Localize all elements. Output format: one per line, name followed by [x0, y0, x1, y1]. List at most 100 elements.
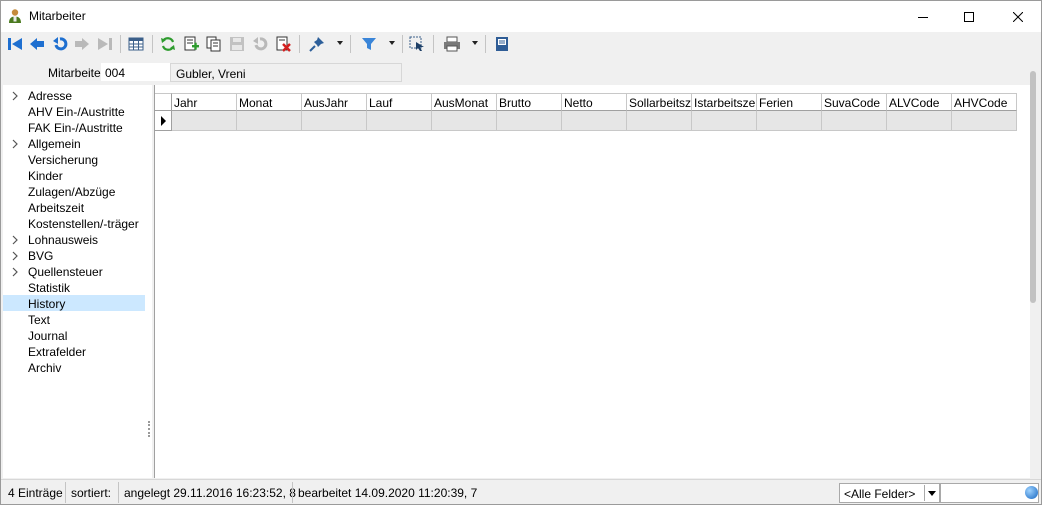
current-row-icon: [161, 116, 166, 126]
undo-changes-icon[interactable]: [250, 34, 270, 54]
splitter-handle[interactable]: [148, 421, 150, 437]
sidebar-item[interactable]: History: [3, 295, 145, 311]
delete-icon[interactable]: [273, 34, 293, 54]
toolbar-separator: [402, 35, 403, 53]
sidebar-item-label: Lohnausweis: [28, 233, 99, 247]
column-header[interactable]: Sollarbeitszeit: [627, 93, 692, 111]
sidebar-item[interactable]: Allgemein: [3, 135, 145, 151]
toolbar-separator: [433, 35, 434, 53]
grid-cell[interactable]: [172, 111, 237, 131]
sidebar-item[interactable]: Text: [3, 311, 145, 327]
sidebar-item-label: Arbeitszeit: [28, 201, 85, 215]
grid-cell[interactable]: [692, 111, 757, 131]
grid-cell[interactable]: [432, 111, 497, 131]
sidebar-item-label: Archiv: [28, 361, 62, 375]
sidebar-item[interactable]: Adresse: [3, 87, 145, 103]
sidebar-item[interactable]: AHV Ein-/Austritte: [3, 103, 145, 119]
sidebar-item[interactable]: Extrafelder: [3, 343, 145, 359]
sidebar-item[interactable]: Versicherung: [3, 151, 145, 167]
toolbar-separator: [299, 35, 300, 53]
grid-cell[interactable]: [367, 111, 432, 131]
section-tree: Adresse AHV Ein-/Austritte FAK Ein-/Austri…: [3, 85, 152, 478]
column-header[interactable]: AusJahr: [302, 93, 367, 111]
sidebar-item-label: FAK Ein-/Austritte: [28, 121, 123, 135]
grid-cell[interactable]: [952, 111, 1017, 131]
print-icon[interactable]: [442, 34, 462, 54]
column-header[interactable]: Ferien: [757, 93, 822, 111]
status-bar: 4 Einträge sortiert: angelegt 29.11.2016…: [1, 479, 1041, 504]
sidebar-item[interactable]: Zulagen/Abzüge: [3, 183, 145, 199]
sidebar-item[interactable]: Kostenstellen/-träger: [3, 215, 145, 231]
employee-code-field[interactable]: 004: [101, 63, 170, 81]
chevron-right-icon[interactable]: [12, 234, 18, 248]
save-icon[interactable]: [227, 34, 247, 54]
column-header[interactable]: Lauf: [367, 93, 432, 111]
grid-cell[interactable]: [822, 111, 887, 131]
filter-icon[interactable]: [359, 34, 379, 54]
grid-cell[interactable]: [302, 111, 367, 131]
first-record-icon[interactable]: [5, 34, 25, 54]
sidebar-item[interactable]: Lohnausweis: [3, 231, 145, 247]
table-view-icon[interactable]: [126, 34, 146, 54]
filter-dropdown-icon[interactable]: [389, 41, 395, 45]
maximize-button[interactable]: [946, 1, 992, 32]
grid-cell[interactable]: [887, 111, 952, 131]
grid-cell[interactable]: [562, 111, 627, 131]
sidebar-item[interactable]: Journal: [3, 327, 145, 343]
print-dropdown-icon[interactable]: [472, 41, 478, 45]
sidebar-item[interactable]: Archiv: [3, 359, 145, 375]
chevron-right-icon[interactable]: [12, 90, 18, 104]
column-header[interactable]: Netto: [562, 93, 627, 111]
previous-record-icon[interactable]: [27, 34, 47, 54]
chevron-right-icon[interactable]: [12, 138, 18, 152]
column-header[interactable]: ALVCode: [887, 93, 952, 111]
sidebar-item[interactable]: Arbeitszeit: [3, 199, 145, 215]
chevron-right-icon[interactable]: [12, 266, 18, 280]
close-button[interactable]: [995, 1, 1041, 32]
sidebar-item-label: AHV Ein-/Austritte: [28, 105, 125, 119]
mitarbeiter-window: Mitarbeiter Mitarbeiter 004 Gubler, Vren…: [0, 0, 1042, 505]
sidebar-item-label: Kinder: [28, 169, 63, 183]
sidebar-item[interactable]: Statistik: [3, 279, 145, 295]
new-record-icon[interactable]: [181, 34, 201, 54]
sidebar-item-label: Quellensteuer: [28, 265, 103, 279]
column-header[interactable]: Brutto: [497, 93, 562, 111]
column-header[interactable]: Monat: [237, 93, 302, 111]
search-globe-icon[interactable]: [1025, 486, 1038, 499]
sidebar-item-label: Zulagen/Abzüge: [28, 185, 116, 199]
sidebar-item[interactable]: Kinder: [3, 167, 145, 183]
column-header[interactable]: AHVCode: [952, 93, 1017, 111]
sidebar-item[interactable]: BVG: [3, 247, 145, 263]
chevron-down-icon[interactable]: [924, 485, 938, 501]
vertical-scrollbar[interactable]: [1030, 71, 1036, 303]
grid-cell[interactable]: [757, 111, 822, 131]
grid-cell[interactable]: [627, 111, 692, 131]
column-header[interactable]: Istarbeitszeit: [692, 93, 757, 111]
sidebar-item-label: History: [28, 297, 66, 311]
search-field-select[interactable]: <Alle Felder>: [839, 483, 940, 503]
pin-dropdown-icon[interactable]: [337, 41, 343, 45]
cursor-select-icon[interactable]: [407, 34, 427, 54]
next-record-icon[interactable]: [72, 34, 92, 54]
sidebar-item[interactable]: FAK Ein-/Austritte: [3, 119, 145, 135]
minimize-button[interactable]: [900, 1, 946, 32]
sidebar-item-label: Kostenstellen/-träger: [28, 217, 139, 231]
undo-icon[interactable]: [50, 34, 70, 54]
grid-cell[interactable]: [237, 111, 302, 131]
row-indicator[interactable]: [155, 111, 172, 131]
chevron-right-icon[interactable]: [12, 250, 18, 264]
refresh-icon[interactable]: [158, 34, 178, 54]
pin-icon[interactable]: [307, 34, 327, 54]
last-record-icon[interactable]: [95, 34, 115, 54]
sidebar-item-label: Adresse: [28, 89, 73, 103]
person-icon: [7, 8, 23, 24]
column-header[interactable]: Jahr: [172, 93, 237, 111]
window-title: Mitarbeiter: [29, 9, 86, 23]
column-header[interactable]: SuvaCode: [822, 93, 887, 111]
copy-record-icon[interactable]: [204, 34, 224, 54]
column-header[interactable]: AusMonat: [432, 93, 497, 111]
grid-cell[interactable]: [497, 111, 562, 131]
sidebar-item[interactable]: Quellensteuer: [3, 263, 145, 279]
created-info: angelegt 29.11.2016 16:23:52, 8: [124, 486, 296, 500]
notes-icon[interactable]: [492, 34, 512, 54]
